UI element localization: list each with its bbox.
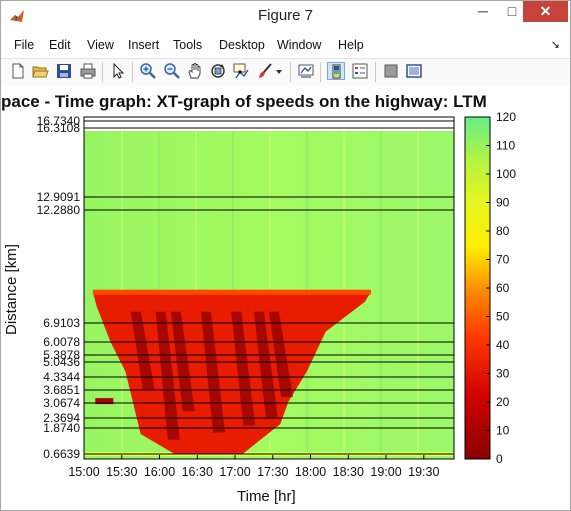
figure-canvas: 16.7340 16.3108 12.9091 12.2880 6.9103 6.0078… bbox=[1, 85, 570, 510]
y-tick-label: 3.0674 bbox=[43, 396, 80, 410]
menu-view[interactable]: View bbox=[87, 38, 114, 52]
menu-bar: File Edit View Insert Tools Desktop Wind… bbox=[1, 34, 570, 56]
x-tick-label: 15:30 bbox=[106, 465, 137, 479]
figure-toolbar bbox=[1, 58, 570, 86]
rotate-3d-icon[interactable] bbox=[209, 62, 227, 80]
y-tick-label: 12.2880 bbox=[37, 203, 81, 217]
x-tick-label: 19:00 bbox=[370, 465, 401, 479]
colorbar-tick-label: 50 bbox=[496, 310, 510, 324]
toolbar-separator bbox=[102, 62, 103, 82]
x-tick-label: 17:00 bbox=[219, 465, 250, 479]
close-button[interactable]: ✕ bbox=[523, 1, 568, 22]
menu-insert[interactable]: Insert bbox=[128, 38, 159, 52]
y-tick-label: 0.6639 bbox=[43, 447, 80, 461]
open-file-icon[interactable] bbox=[31, 62, 49, 80]
brush-dropdown-icon[interactable] bbox=[274, 62, 284, 80]
new-figure-icon[interactable] bbox=[9, 62, 27, 80]
save-icon[interactable] bbox=[55, 62, 73, 80]
dock-figure-icon[interactable]: ↘ bbox=[551, 38, 560, 51]
x-tick-label: 17:30 bbox=[257, 465, 288, 479]
speed-texture-stripe bbox=[380, 131, 382, 459]
brush-icon[interactable] bbox=[256, 62, 274, 80]
colorbar-tick-label: 40 bbox=[496, 338, 510, 352]
plot-title: pace - Time graph: XT-graph of speeds on… bbox=[1, 92, 487, 111]
title-bar: Figure 7 ─ □ ✕ bbox=[1, 1, 570, 32]
congestion-front bbox=[92, 289, 371, 295]
hide-plot-tools-icon[interactable] bbox=[382, 62, 400, 80]
y-tick-label: 1.8740 bbox=[43, 421, 80, 435]
menu-file[interactable]: File bbox=[14, 38, 34, 52]
menu-tools[interactable]: Tools bbox=[173, 38, 202, 52]
menu-edit[interactable]: Edit bbox=[49, 38, 71, 52]
menu-help[interactable]: Help bbox=[338, 38, 364, 52]
data-cursor-icon[interactable] bbox=[232, 62, 250, 80]
y-tick-label: 3.6851 bbox=[43, 383, 80, 397]
colorbar-tick-label: 80 bbox=[496, 224, 510, 238]
x-tick-label: 15:00 bbox=[68, 465, 99, 479]
toolbar-separator bbox=[132, 62, 133, 82]
figure-window: Figure 7 ─ □ ✕ File Edit View Insert Too… bbox=[0, 0, 571, 511]
x-tick-label: 16:30 bbox=[182, 465, 213, 479]
colorbar-tick-label: 70 bbox=[496, 253, 510, 267]
colorbar-tick-label: 90 bbox=[496, 196, 510, 210]
menu-window[interactable]: Window bbox=[277, 38, 321, 52]
toolbar-separator bbox=[290, 62, 291, 82]
x-tick-label: 16:00 bbox=[144, 465, 175, 479]
y-tick-label: 4.3344 bbox=[43, 370, 80, 384]
zoom-out-icon[interactable] bbox=[163, 62, 181, 80]
toolbar-separator bbox=[320, 62, 321, 82]
minimize-button[interactable]: ─ bbox=[469, 1, 497, 22]
menu-desktop[interactable]: Desktop bbox=[219, 38, 265, 52]
x-tick-label: 18:30 bbox=[333, 465, 364, 479]
colorbar-tick-label: 120 bbox=[496, 110, 516, 124]
colorbar-tick-label: 0 bbox=[496, 452, 503, 466]
colorbar-tick-label: 20 bbox=[496, 395, 510, 409]
edit-plot-arrow-icon[interactable] bbox=[109, 62, 127, 80]
colorbar-tick-label: 100 bbox=[496, 167, 516, 181]
show-plot-tools-icon[interactable] bbox=[405, 62, 423, 80]
y-tick-label: 12.9091 bbox=[37, 190, 81, 204]
y-tick-label: 5.0436 bbox=[43, 355, 80, 369]
y-tick-label: 6.9103 bbox=[43, 316, 80, 330]
colorbar-tick-label: 110 bbox=[496, 139, 515, 153]
colorbar-tick-label: 10 bbox=[496, 424, 510, 438]
speed-heatmap[interactable]: 16.734016.310812.909112.28806.91036.0078… bbox=[1, 85, 570, 510]
x-tick-label: 19:30 bbox=[408, 465, 439, 479]
y-axis-label: Distance [km] bbox=[3, 244, 20, 335]
colorbar-icon[interactable] bbox=[327, 62, 345, 80]
speed-texture-stripe bbox=[417, 131, 419, 459]
maximize-button[interactable]: □ bbox=[498, 1, 526, 22]
no-data-band bbox=[84, 121, 454, 131]
toolbar-separator bbox=[375, 62, 376, 82]
x-tick-label: 18:00 bbox=[295, 465, 326, 479]
x-axis-label: Time [hr] bbox=[237, 488, 296, 505]
print-icon[interactable] bbox=[79, 62, 97, 80]
colorbar-tick-label: 30 bbox=[496, 367, 510, 381]
zoom-in-icon[interactable] bbox=[139, 62, 157, 80]
pan-hand-icon[interactable] bbox=[186, 62, 204, 80]
y-tick-label: 6.0078 bbox=[43, 335, 80, 349]
colorbar-tick-label: 60 bbox=[496, 281, 510, 295]
legend-icon[interactable] bbox=[351, 62, 369, 80]
y-tick-label: 16.3108 bbox=[37, 121, 81, 135]
link-plot-icon[interactable] bbox=[297, 62, 315, 80]
